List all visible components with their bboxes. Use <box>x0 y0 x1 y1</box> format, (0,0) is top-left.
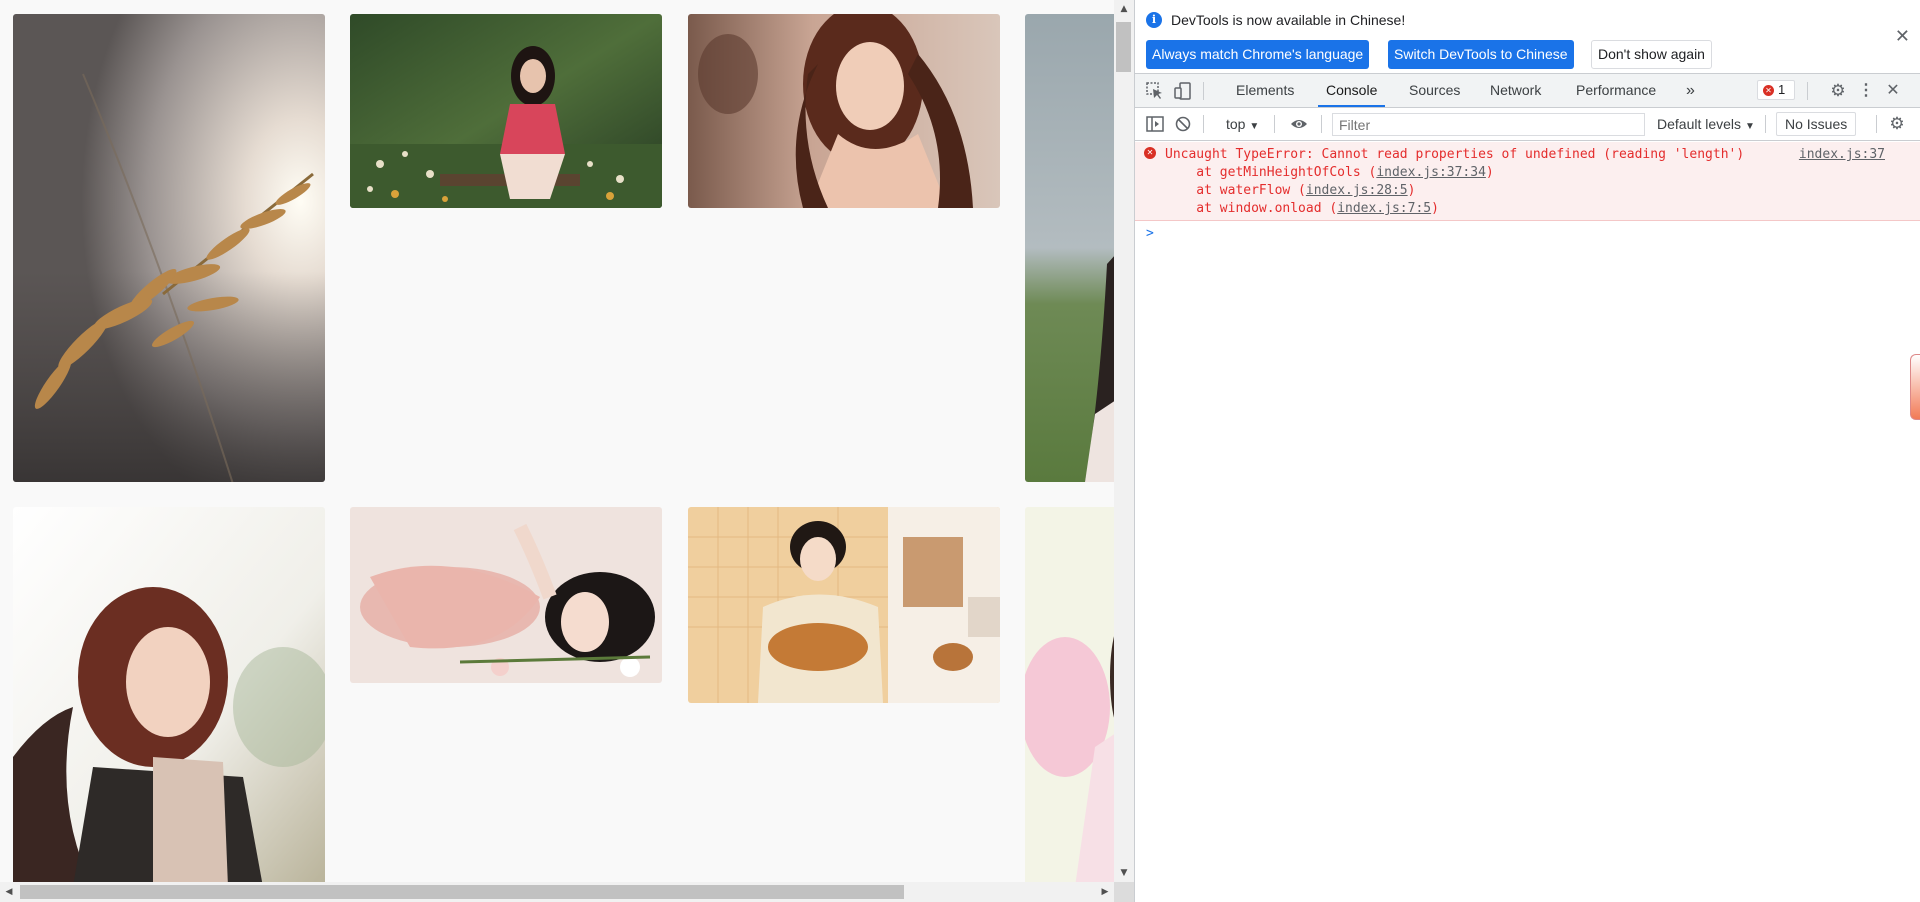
console-prompt-chevron-icon[interactable]: > <box>1146 226 1154 241</box>
stack-frame: at window.onload (index.js:7:5) <box>1165 201 1439 216</box>
girl-smiling-image <box>13 507 325 887</box>
toolbar-divider <box>1203 115 1204 133</box>
show-sidebar-icon[interactable] <box>1146 115 1164 133</box>
console-error-message: ✕ Uncaught TypeError: Cannot read proper… <box>1135 142 1920 221</box>
image-woman-portrait[interactable] <box>688 14 1000 208</box>
toolbar-divider <box>1321 115 1322 133</box>
context-value: top <box>1226 116 1246 132</box>
info-icon: i <box>1146 12 1162 28</box>
console-filter-input[interactable] <box>1332 113 1645 136</box>
stack-frame-text: ) <box>1431 201 1439 216</box>
toolbar-divider <box>1807 82 1808 100</box>
error-count: 1 <box>1778 82 1786 97</box>
horizontal-scroll-thumb[interactable] <box>20 885 904 899</box>
toolbar-divider <box>1203 82 1204 100</box>
issues-button[interactable]: No Issues <box>1776 112 1857 136</box>
log-levels-dropdown[interactable]: Default levels ▼ <box>1657 116 1755 132</box>
settings-gear-icon[interactable]: ⚙ <box>1829 82 1847 100</box>
device-toolbar-icon[interactable] <box>1174 82 1192 100</box>
partial-pink-image <box>1025 507 1125 887</box>
tab-performance[interactable]: Performance <box>1576 74 1656 107</box>
stack-frame-text: at waterFlow ( <box>1165 183 1306 198</box>
image-girl-smiling[interactable] <box>13 507 325 887</box>
stack-frame-text: ) <box>1485 165 1494 180</box>
page-content: ▲ ▼ ◀ ▶ <box>0 0 1134 902</box>
error-icon: ✕ <box>1763 85 1774 96</box>
stack-frame-link[interactable]: index.js:28:5 <box>1306 183 1408 198</box>
image-girl-bread[interactable] <box>688 507 1000 703</box>
stack-frame-text: at getMinHeightOfCols ( <box>1165 165 1377 180</box>
girl-on-bed-image <box>350 507 662 683</box>
drawer-resize-handle[interactable] <box>1910 354 1920 420</box>
toolbar-divider <box>1876 115 1877 133</box>
scroll-down-arrow-icon[interactable]: ▼ <box>1114 864 1134 882</box>
stack-frame: at waterFlow (index.js:28:5) <box>1165 183 1415 198</box>
vertical-scrollbar[interactable]: ▲ ▼ <box>1114 0 1134 882</box>
console-settings-gear-icon[interactable]: ⚙ <box>1888 115 1906 133</box>
infobar-message: DevTools is now available in Chinese! <box>1171 12 1406 28</box>
clear-console-icon[interactable] <box>1174 115 1192 133</box>
image-wheat-grass[interactable] <box>13 14 325 482</box>
stack-frame-text: ) <box>1407 183 1416 198</box>
image-partial-pink[interactable] <box>1025 507 1125 887</box>
tab-network[interactable]: Network <box>1490 74 1541 107</box>
scroll-left-arrow-icon[interactable]: ◀ <box>0 882 18 902</box>
console-toolbar: top ▼ Default levels ▼ No Issues ⚙ <box>1135 108 1920 141</box>
stack-frame-link[interactable]: index.js:37:34 <box>1376 165 1486 180</box>
toolbar-divider <box>1274 115 1275 133</box>
tab-console-label: Console <box>1326 82 1378 98</box>
context-selector[interactable]: top ▼ <box>1226 116 1259 132</box>
log-levels-value: Default levels <box>1657 116 1742 132</box>
tab-elements[interactable]: Elements <box>1236 74 1294 107</box>
wheat-grass-image <box>13 14 325 482</box>
error-count-badge[interactable]: ✕ 1 <box>1757 80 1795 100</box>
switch-to-chinese-button[interactable]: Switch DevTools to Chinese <box>1388 40 1574 69</box>
woman-portrait-image <box>688 14 1000 208</box>
image-girl-on-bed[interactable] <box>350 507 662 683</box>
live-expression-eye-icon[interactable] <box>1290 115 1308 133</box>
image-girl-garden[interactable] <box>350 14 662 208</box>
devtools-tab-bar: Elements Console Sources Network Perform… <box>1135 74 1920 108</box>
stack-frame: at getMinHeightOfCols (index.js:37:34) <box>1165 165 1494 180</box>
more-options-icon[interactable]: ⋮ <box>1857 82 1875 100</box>
close-devtools-icon[interactable]: ✕ <box>1884 82 1902 100</box>
always-match-language-button[interactable]: Always match Chrome's language <box>1146 40 1370 69</box>
toolbar-divider <box>1765 115 1766 133</box>
stack-frame-text: at window.onload ( <box>1165 201 1338 216</box>
chevron-down-icon: ▼ <box>1744 121 1755 132</box>
tab-console[interactable]: Console <box>1318 74 1386 107</box>
active-tab-indicator <box>1318 105 1386 107</box>
horizontal-scrollbar[interactable]: ◀ ▶ <box>0 882 1114 902</box>
scroll-right-arrow-icon[interactable]: ▶ <box>1096 882 1114 902</box>
tab-sources[interactable]: Sources <box>1409 74 1460 107</box>
dont-show-again-button[interactable]: Don't show again <box>1591 40 1712 69</box>
chevron-down-icon: ▼ <box>1249 121 1260 132</box>
vertical-scroll-thumb[interactable] <box>1116 22 1131 72</box>
image-partial-outdoor[interactable] <box>1025 14 1125 482</box>
scrollbar-corner <box>1114 882 1134 902</box>
language-infobar: i DevTools is now available in Chinese! … <box>1135 0 1920 74</box>
close-infobar-icon[interactable]: ✕ <box>1895 26 1910 47</box>
stack-frame-link[interactable]: index.js:7:5 <box>1337 201 1431 216</box>
error-source-link[interactable]: index.js:37 <box>1799 147 1885 162</box>
girl-bread-image <box>688 507 1000 703</box>
girl-garden-image <box>350 14 662 208</box>
scroll-up-arrow-icon[interactable]: ▲ <box>1114 0 1134 18</box>
partial-outdoor-image <box>1025 14 1125 482</box>
inspect-element-icon[interactable] <box>1146 82 1164 100</box>
devtools-panel: i DevTools is now available in Chinese! … <box>1134 0 1920 902</box>
error-text: Uncaught TypeError: Cannot read properti… <box>1165 147 1745 162</box>
error-icon: ✕ <box>1144 147 1156 159</box>
more-tabs-icon[interactable]: » <box>1686 74 1695 107</box>
